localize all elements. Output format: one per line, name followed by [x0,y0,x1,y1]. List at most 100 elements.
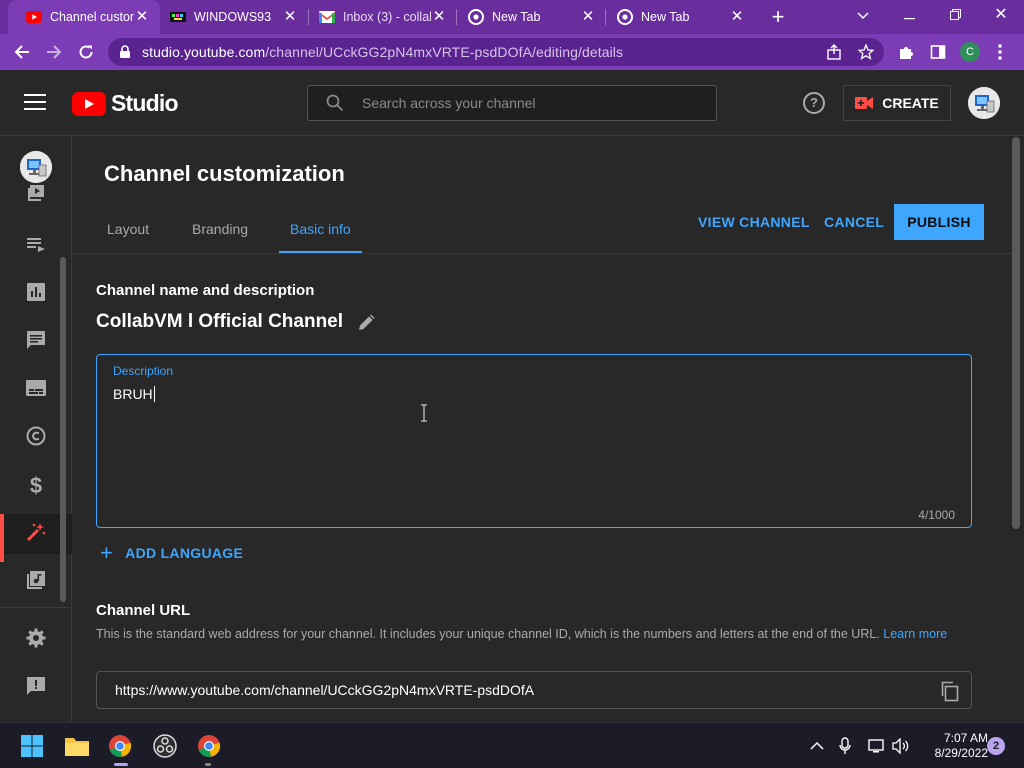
chrome-icon[interactable] [106,732,134,760]
copyright-icon [26,426,46,451]
extensions-puzzle-icon[interactable] [894,40,918,64]
obs-icon[interactable] [151,732,179,760]
i-beam-cursor-icon [420,404,428,422]
pencil-edit-icon[interactable] [357,312,377,332]
clock-time: 7:07 AM [943,731,988,745]
description-text: BRUH [113,386,153,402]
lock-icon[interactable] [118,45,132,59]
browser-tab-title: New Tab [492,10,541,24]
create-button-label: CREATE [882,95,939,111]
close-tab-icon[interactable]: ✕ [580,9,596,25]
search-input[interactable] [362,95,682,111]
browser-tab-title: New Tab [641,10,690,24]
channel-url-help-text: This is the standard web address for you… [96,624,956,644]
start-icon[interactable] [18,732,46,760]
text-caret [153,386,155,402]
channel-search[interactable] [307,85,717,121]
nav-item-content[interactable] [0,183,72,205]
main-scrollbar[interactable] [1012,137,1020,529]
left-nav: $ [0,137,72,723]
browser-tab-title: WINDOWS93 [194,10,272,24]
tab-branding[interactable]: Branding [181,212,259,254]
hamburger-menu-icon[interactable] [24,94,46,112]
close-tab-icon[interactable]: ✕ [729,9,745,25]
publish-button[interactable]: PUBLISH [894,204,984,240]
tab-search-chevron-down-icon[interactable] [840,0,886,30]
page-title: Channel customization [104,161,345,186]
url-path: /channel/UCckGG2pN4mxVRTE-psdDOfA/editin… [265,44,624,60]
reload-icon[interactable] [74,40,98,64]
channel-url-field[interactable]: https://www.youtube.com/channel/UCckGG2p… [96,671,972,709]
browser-menu-icon[interactable] [988,40,1012,64]
restore-button[interactable] [932,0,978,30]
chrome-favicon-icon [617,9,633,25]
notification-badge[interactable]: 2 [987,737,1005,755]
dollar-icon: $ [29,473,43,498]
url-help-body: This is the standard web address for you… [96,627,880,641]
bookmark-star-icon[interactable] [854,40,878,64]
nav-item-send-feedback[interactable] [0,668,72,708]
video-camera-icon [855,96,874,110]
add-language-label: ADD LANGUAGE [125,545,244,561]
browser-tab-gmail-inbox[interactable]: Inbox (3) - collab ✕ [301,0,457,34]
browser-tab-title: Inbox (3) - collab [343,10,431,24]
forward-arrow-icon[interactable] [42,40,66,64]
browser-tab-channel-customization[interactable]: Channel customiz ✕ [8,0,160,34]
add-language-button[interactable]: + ADD LANGUAGE [100,542,244,564]
minimize-button[interactable] [886,0,932,30]
tabs-divider [72,253,1012,254]
content-icon [26,183,46,205]
new-tab-button[interactable]: + [767,5,789,29]
network-icon[interactable] [868,737,886,755]
account-avatar[interactable] [968,87,1000,119]
description-label: Description [113,364,174,378]
chrome-favicon-icon [468,9,484,25]
create-button[interactable]: CREATE [843,85,951,121]
view-channel-button[interactable]: VIEW CHANNEL [698,214,810,230]
profile-avatar[interactable]: C [960,42,980,62]
studio-logo[interactable]: Studio [72,90,179,117]
browser-tab-title: Channel customiz [50,10,134,24]
cancel-button[interactable]: CANCEL [824,214,884,230]
channel-url-section-title: Channel URL [96,602,191,619]
playlists-icon [26,236,46,257]
copy-icon[interactable] [939,680,961,702]
chrome-active-indicator [114,763,128,766]
channel-avatar[interactable] [20,151,52,183]
youtube-studio-favicon-icon [26,9,42,25]
tab-basic-info[interactable]: Basic info [279,212,362,254]
search-icon [326,94,344,112]
description-value[interactable]: BRUH [113,386,155,402]
nav-item-settings[interactable] [0,620,72,660]
browser-tab-windows93[interactable]: WINDOWS93 ✕ [152,0,308,34]
chrome-icon[interactable] [195,732,223,760]
file-explorer-icon[interactable] [63,732,91,760]
youtube-play-icon [72,91,106,116]
side-panel-icon[interactable] [926,40,950,64]
gmail-favicon-icon [319,9,335,25]
learn-more-link[interactable]: Learn more [883,627,947,641]
browser-toolbar: studio.youtube.com/channel/UCckGG2pN4mxV… [0,34,1024,70]
address-bar[interactable]: studio.youtube.com/channel/UCckGG2pN4mxV… [108,38,884,66]
description-field[interactable]: Description BRUH 4/1000 [96,354,972,528]
volume-icon[interactable] [892,737,910,755]
close-tab-icon[interactable]: ✕ [134,9,150,25]
help-icon[interactable]: ? [803,92,825,114]
close-window-button[interactable]: ✕ [978,0,1024,30]
browser-tab-new-tab-2[interactable]: New Tab ✕ [599,0,755,34]
windows93-favicon-icon [170,9,186,25]
system-clock[interactable]: 7:07 AM 8/29/2022 [918,731,988,761]
tab-layout[interactable]: Layout [96,212,160,254]
tray-chevron-up-icon[interactable] [808,737,826,755]
feedback-icon [26,676,46,701]
back-arrow-icon[interactable] [10,40,34,64]
studio-logo-text: Studio [111,90,179,116]
address-url: studio.youtube.com/channel/UCckGG2pN4mxV… [142,44,623,60]
close-tab-icon[interactable]: ✕ [282,9,298,25]
close-tab-icon[interactable]: ✕ [431,9,447,25]
nav-scrollbar[interactable] [60,257,66,602]
share-icon[interactable] [822,40,846,64]
browser-tab-new-tab-1[interactable]: New Tab ✕ [450,0,606,34]
microphone-icon[interactable] [836,737,854,755]
nav-divider [0,607,72,608]
